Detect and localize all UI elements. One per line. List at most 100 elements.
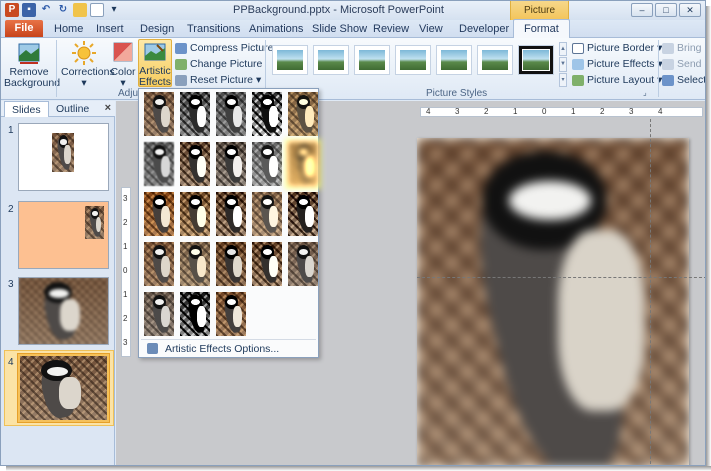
artistic-effect-option[interactable]: [180, 292, 210, 336]
picture-style-5[interactable]: [436, 45, 472, 75]
artistic-effect-option[interactable]: [216, 292, 246, 336]
remove-background-button[interactable]: Remove Background: [4, 41, 60, 89]
picture-style-3[interactable]: [354, 45, 390, 75]
slide-number-2: 2: [8, 204, 14, 215]
artistic-effect-option[interactable]: [180, 192, 210, 236]
send-backward-icon: [662, 58, 674, 70]
artistic-effect-option[interactable]: [216, 192, 246, 236]
tab-outline[interactable]: Outline: [56, 103, 89, 115]
tab-developer[interactable]: Developer: [459, 23, 509, 35]
artistic-effect-option[interactable]: [288, 92, 318, 136]
picture-layout-label: Picture Layout: [587, 74, 655, 86]
maximize-button[interactable]: □: [655, 3, 677, 17]
artistic-effect-option[interactable]: [216, 142, 246, 186]
artistic-effect-option[interactable]: [252, 142, 282, 186]
current-slide[interactable]: [417, 138, 689, 465]
artistic-effect-option[interactable]: [144, 92, 174, 136]
artistic-effect-option[interactable]: [144, 242, 174, 286]
powerpoint-app-icon[interactable]: P: [5, 3, 19, 17]
slide-thumbnail-1[interactable]: [18, 123, 109, 191]
picture-layout-button[interactable]: Picture Layout ▾: [572, 74, 662, 86]
artistic-effect-option[interactable]: [285, 139, 321, 189]
picture-layout-icon: [572, 74, 584, 86]
artistic-effect-option[interactable]: [144, 142, 174, 186]
tab-transitions[interactable]: Transitions: [187, 23, 240, 35]
ruler-tick: 3: [455, 107, 460, 116]
gallery-up-icon[interactable]: ▲: [559, 42, 567, 57]
artistic-effect-option[interactable]: [216, 242, 246, 286]
artistic-effect-option[interactable]: [216, 92, 246, 136]
picture-style-1[interactable]: [272, 45, 308, 75]
vertical-ruler: 3 2 1 0 1 2 3: [121, 187, 131, 357]
tab-home[interactable]: Home: [54, 23, 83, 35]
slide-thumbnail-4[interactable]: [18, 354, 109, 422]
artistic-effect-option[interactable]: [252, 242, 282, 286]
corrections-button[interactable]: Corrections ▾: [61, 41, 115, 89]
new-document-icon[interactable]: [90, 3, 104, 17]
tab-slides[interactable]: Slides: [4, 101, 49, 117]
change-picture-label: Change Picture: [190, 58, 263, 70]
redo-icon[interactable]: ↻: [56, 3, 70, 17]
compress-pictures-button[interactable]: Compress Pictures: [175, 42, 279, 54]
color-button[interactable]: Color ▾: [109, 41, 137, 89]
slide-number-3: 3: [8, 279, 14, 290]
reset-picture-button[interactable]: Reset Picture ▾: [175, 74, 261, 86]
artistic-effects-options-item[interactable]: Artistic Effects Options...: [141, 339, 316, 355]
picture-tools-group-label: Picture Tools: [510, 1, 569, 35]
change-picture-button[interactable]: Change Picture: [175, 58, 262, 70]
ruler-tick: 3: [629, 107, 634, 116]
tab-format[interactable]: Format: [513, 19, 570, 38]
picture-effects-icon: [572, 58, 584, 70]
artistic-effects-options-icon: [147, 343, 158, 354]
tab-animations[interactable]: Animations: [249, 23, 303, 35]
close-panel-icon[interactable]: ×: [105, 102, 111, 114]
picture-effects-button[interactable]: Picture Effects ▾: [572, 58, 663, 70]
artistic-effect-option[interactable]: [288, 242, 318, 286]
picture-style-2[interactable]: [313, 45, 349, 75]
artistic-effect-option[interactable]: [288, 192, 318, 236]
color-icon: [113, 42, 133, 62]
send-backward-button[interactable]: Send Ba: [662, 58, 705, 70]
artistic-effect-option[interactable]: [180, 242, 210, 286]
tab-design[interactable]: Design: [140, 23, 174, 35]
change-picture-icon: [175, 58, 187, 70]
horizontal-guide[interactable]: [417, 277, 705, 278]
remove-background-icon: [18, 43, 40, 64]
picture-styles-dialog-launcher-icon[interactable]: ⌟: [643, 88, 647, 97]
bird-picture: [52, 133, 74, 172]
artistic-effect-option[interactable]: [144, 292, 174, 336]
picture-style-7[interactable]: [518, 45, 554, 75]
slide-thumbnail-3[interactable]: [18, 277, 109, 345]
artistic-effect-option[interactable]: [144, 192, 174, 236]
artistic-effect-option[interactable]: [180, 92, 210, 136]
ruler-tick: 2: [123, 314, 128, 323]
artistic-effect-option[interactable]: [252, 92, 282, 136]
tab-view[interactable]: View: [419, 23, 443, 35]
slide-thumbnail-2[interactable]: [18, 201, 109, 269]
tab-review[interactable]: Review: [373, 23, 409, 35]
customize-toolbar-chevron-icon[interactable]: ▾: [107, 3, 121, 17]
artistic-effect-option[interactable]: [252, 192, 282, 236]
picture-border-button[interactable]: Picture Border ▾: [572, 42, 662, 54]
vertical-guide[interactable]: [650, 119, 651, 465]
tab-file[interactable]: File: [5, 20, 43, 37]
tab-insert[interactable]: Insert: [96, 23, 124, 35]
close-window-button[interactable]: ✕: [679, 3, 701, 17]
minimize-button[interactable]: –: [631, 3, 653, 17]
artistic-effects-options-label: Artistic Effects Options...: [165, 343, 280, 355]
picture-style-4[interactable]: [395, 45, 431, 75]
gallery-down-icon[interactable]: ▼: [559, 57, 567, 72]
gallery-more-icon[interactable]: ▾: [559, 72, 567, 87]
bring-forward-button[interactable]: Bring Fo: [662, 42, 705, 54]
undo-icon[interactable]: ↶: [39, 3, 53, 17]
artistic-effects-button[interactable]: Artistic Effects ▾: [138, 39, 172, 99]
save-icon[interactable]: ▪: [22, 3, 36, 17]
selection-pane-button[interactable]: Selectio: [662, 74, 705, 86]
artistic-effect-option[interactable]: [180, 142, 210, 186]
ruler-tick: 0: [123, 266, 128, 275]
blurred-background-picture[interactable]: [417, 138, 689, 465]
picture-style-6[interactable]: [477, 45, 513, 75]
open-folder-icon[interactable]: [73, 3, 87, 17]
reset-picture-chevron-icon: ▾: [256, 74, 262, 86]
tab-slide-show[interactable]: Slide Show: [312, 23, 367, 35]
